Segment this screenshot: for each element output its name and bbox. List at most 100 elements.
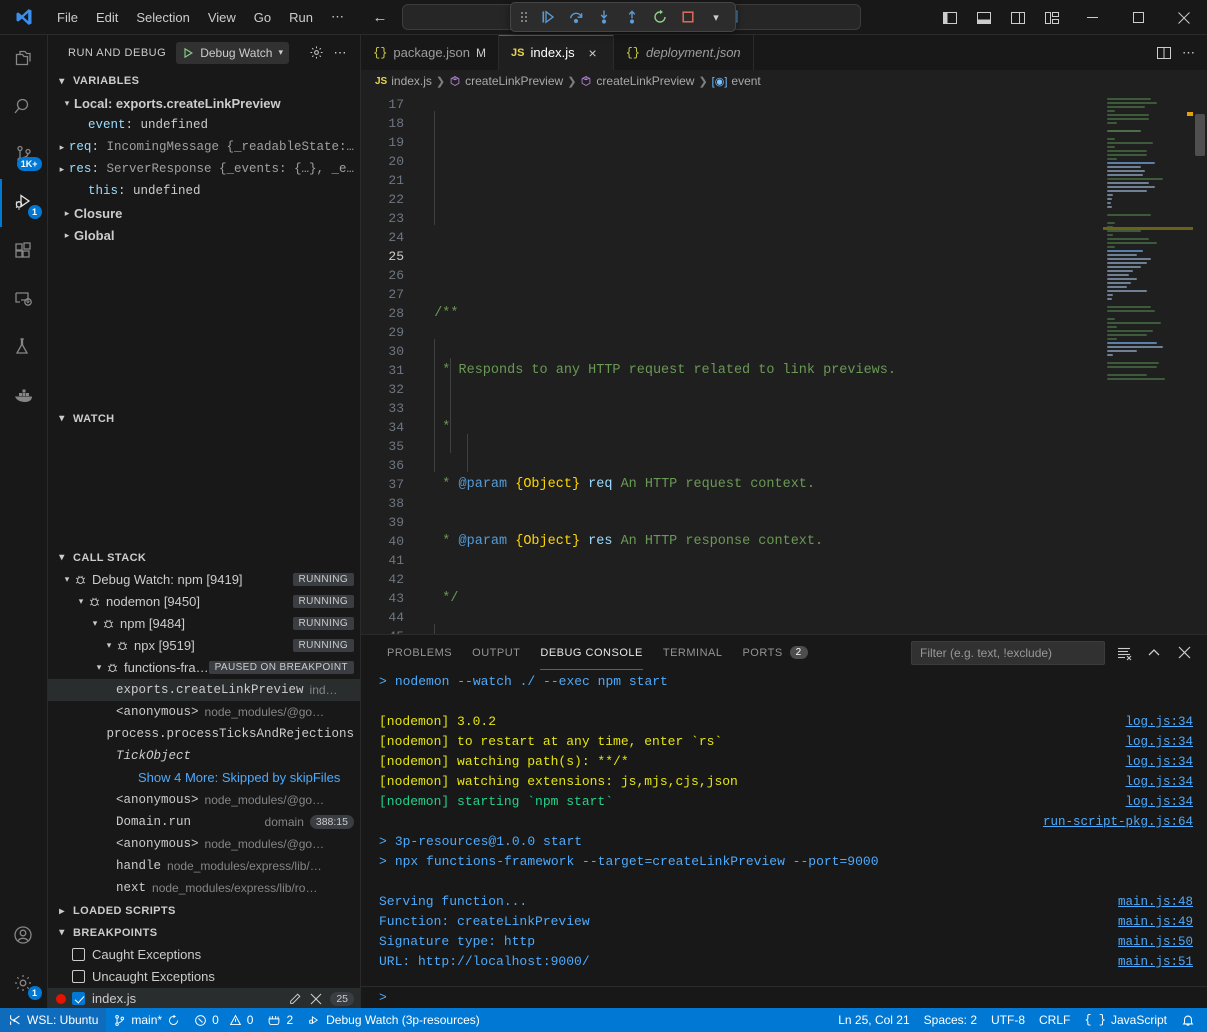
chevron-down-icon[interactable]: ▾ — [60, 574, 74, 585]
callstack-frame-handle[interactable]: handle node_modules/express/lib/… — [48, 855, 360, 877]
sync-icon[interactable] — [167, 1014, 180, 1027]
drag-handle-icon[interactable] — [517, 7, 531, 27]
variable-row-this[interactable]: this: undefined — [48, 180, 360, 202]
close-icon[interactable]: × — [585, 45, 601, 61]
clear-console-icon[interactable] — [1113, 642, 1135, 664]
chevron-down-icon[interactable]: ▾ — [102, 640, 116, 651]
toggle-panel-icon[interactable] — [967, 0, 1001, 35]
callstack-frame-next[interactable]: next node_modules/express/lib/ro… — [48, 877, 360, 899]
open-launch-json-gear-icon[interactable] — [306, 43, 326, 63]
status-eol[interactable]: CRLF — [1032, 1008, 1077, 1032]
more-actions-icon[interactable]: ⋯ — [1182, 45, 1195, 61]
chevron-right-icon[interactable]: ▸ — [60, 230, 74, 241]
breakpoints-list[interactable]: Caught Exceptions Uncaught Exceptions in… — [48, 944, 360, 1008]
tab-package-json[interactable]: {} package.json M — [361, 35, 499, 70]
maximize-button[interactable] — [1115, 0, 1161, 35]
status-language-mode[interactable]: { } JavaScript — [1077, 1008, 1174, 1032]
stop-button[interactable] — [675, 5, 701, 29]
edit-icon[interactable] — [288, 992, 302, 1006]
sidebar-item-explorer[interactable] — [0, 35, 48, 83]
menu-run[interactable]: Run — [280, 7, 322, 28]
code-pane[interactable]: 17 18 19 20 21 22 23 24 ➤ 25 26 27 — [361, 92, 1103, 634]
step-over-button[interactable] — [563, 5, 589, 29]
console-source-link[interactable]: log.js:34 — [1125, 772, 1193, 792]
status-branch[interactable]: main* — [106, 1008, 187, 1032]
tab-terminal[interactable]: TERMINAL — [653, 635, 733, 670]
menu-go[interactable]: Go — [245, 7, 280, 28]
chevron-down-icon[interactable]: ▾ — [703, 5, 729, 29]
notifications-icon[interactable] — [1174, 1008, 1207, 1032]
callstack-frame-tickobject[interactable]: TickObject — [48, 745, 360, 767]
console-source-link[interactable]: log.js:34 — [1125, 792, 1193, 812]
menu-selection[interactable]: Selection — [127, 7, 198, 28]
checkbox-caught-exceptions[interactable] — [72, 948, 85, 961]
console-source-link[interactable]: run-script-pkg.js:64 — [1043, 812, 1193, 832]
status-encoding[interactable]: UTF-8 — [984, 1008, 1032, 1032]
status-problems[interactable]: 0 0 — [187, 1008, 260, 1032]
chevron-down-icon[interactable]: ▾ — [74, 596, 88, 607]
chevron-right-icon[interactable]: ▸ — [60, 208, 74, 219]
variable-row-req[interactable]: ▸ req: IncomingMessage {_readableState:… — [48, 136, 360, 158]
restart-button[interactable] — [647, 5, 673, 29]
breakpoints-section-header[interactable]: ▾ BREAKPOINTS — [48, 922, 360, 944]
sidebar-item-extensions[interactable] — [0, 227, 48, 275]
close-panel-icon[interactable] — [1173, 642, 1195, 664]
variable-row-res[interactable]: ▸ res: ServerResponse {_events: {…}, _e… — [48, 158, 360, 180]
console-source-link[interactable]: main.js:48 — [1118, 892, 1193, 912]
status-debug-session[interactable]: Debug Watch (3p-resources) — [300, 1008, 487, 1032]
code-content[interactable]: /** * Responds to any HTTP request relat… — [416, 92, 1103, 634]
step-into-button[interactable] — [591, 5, 617, 29]
menu-more[interactable]: ⋯ — [322, 6, 353, 28]
console-source-link[interactable]: log.js:34 — [1125, 732, 1193, 752]
callstack-row-npx[interactable]: ▾ npx [9519] RUNNING — [48, 635, 360, 657]
menu-bar[interactable]: File Edit Selection View Go Run ⋯ — [48, 6, 353, 28]
chevron-down-icon[interactable]: ▾ — [60, 98, 74, 109]
close-button[interactable] — [1161, 0, 1207, 35]
callstack-frame-anonymous-3[interactable]: <anonymous> node_modules/@go… — [48, 833, 360, 855]
loaded-scripts-section-header[interactable]: ▸ LOADED SCRIPTS — [48, 900, 360, 922]
chevron-down-icon[interactable]: ▾ — [92, 662, 106, 673]
chevron-down-icon[interactable]: ▾ — [88, 618, 102, 629]
breadcrumb[interactable]: JS index.js ❯ createLinkPreview ❯ create… — [361, 70, 1207, 92]
console-source-link[interactable]: main.js:49 — [1118, 912, 1193, 932]
checkbox-index-js[interactable] — [72, 992, 85, 1005]
callstack-frame-processticks[interactable]: process.processTicksAndRejections — [48, 723, 360, 745]
toggle-secondary-sidebar-icon[interactable] — [1001, 0, 1035, 35]
tab-index-js[interactable]: JS index.js × — [499, 35, 614, 70]
filter-input[interactable]: Filter (e.g. text, !exclude) — [911, 641, 1105, 665]
callstack-row-nodemon[interactable]: ▾ nodemon [9450] RUNNING — [48, 591, 360, 613]
status-indentation[interactable]: Spaces: 2 — [917, 1008, 984, 1032]
checkbox-uncaught-exceptions[interactable] — [72, 970, 85, 983]
chevron-right-icon[interactable]: ▸ — [55, 142, 69, 153]
chevron-right-icon[interactable]: ▸ — [55, 164, 69, 175]
customize-layout-icon[interactable] — [1035, 0, 1069, 35]
split-editor-icon[interactable] — [1156, 45, 1172, 61]
sidebar-item-source-control[interactable]: 1K+ — [0, 131, 48, 179]
continue-button[interactable] — [535, 5, 561, 29]
breakpoint-index-js[interactable]: index.js 25 — [48, 988, 360, 1008]
sidebar-item-docker[interactable] — [0, 371, 48, 419]
debug-configuration-dropdown[interactable]: Debug Watch ▾ — [176, 42, 289, 64]
callstack-frame-domain-run[interactable]: Domain.run domain 388:15 — [48, 811, 360, 833]
menu-view[interactable]: View — [199, 7, 245, 28]
tab-problems[interactable]: PROBLEMS — [377, 635, 462, 670]
callstack-section-header[interactable]: ▾ CALL STACK — [48, 547, 360, 569]
tab-debug-console[interactable]: DEBUG CONSOLE — [530, 635, 652, 670]
breadcrumb-item-symbol-1[interactable]: createLinkPreview — [449, 74, 563, 88]
accounts-icon[interactable] — [0, 912, 48, 960]
step-out-button[interactable] — [619, 5, 645, 29]
sidebar-item-run-and-debug[interactable]: 1 — [0, 179, 48, 227]
variables-tree[interactable]: ▾ Local: exports.createLinkPreview event… — [48, 92, 360, 243]
console-source-link[interactable]: log.js:34 — [1125, 752, 1193, 772]
tab-deployment-json[interactable]: {} deployment.json — [614, 35, 754, 70]
watch-empty-area[interactable] — [48, 430, 360, 547]
breadcrumb-item-symbol-2[interactable]: createLinkPreview — [580, 74, 694, 88]
console-source-link[interactable]: log.js:34 — [1125, 712, 1193, 732]
toggle-primary-sidebar-icon[interactable] — [933, 0, 967, 35]
menu-edit[interactable]: Edit — [87, 7, 127, 28]
status-cursor-position[interactable]: Ln 25, Col 21 — [831, 1008, 916, 1032]
callstack-row-session-root[interactable]: ▾ Debug Watch: npm [9419] RUNNING — [48, 569, 360, 591]
console-source-link[interactable]: main.js:51 — [1118, 952, 1193, 972]
arrow-left-icon[interactable]: ← — [367, 6, 393, 28]
watch-section-header[interactable]: ▾ WATCH — [48, 408, 360, 430]
